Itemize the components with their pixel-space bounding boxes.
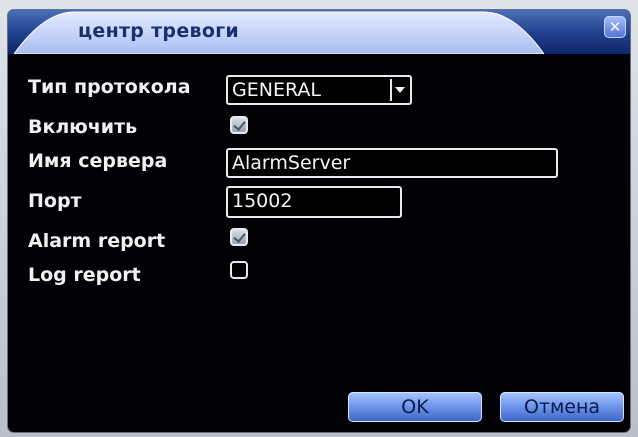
protocol-type-select[interactable]: GENERAL (226, 75, 412, 105)
cancel-button[interactable]: Отмена (500, 392, 624, 422)
protocol-type-label: Тип протокола (28, 76, 191, 98)
log-report-label: Log report (28, 264, 141, 286)
server-name-field[interactable]: AlarmServer (226, 148, 558, 178)
enable-checkbox[interactable] (230, 116, 248, 134)
close-icon[interactable]: ✕ (604, 16, 626, 38)
alarm-center-dialog: центр тревоги ✕ Тип протокола GENERAL Вк… (8, 10, 630, 432)
window-title: центр тревоги (78, 20, 240, 42)
ok-button[interactable]: OK (348, 392, 482, 422)
protocol-type-value: GENERAL (232, 79, 321, 101)
enable-label: Включить (28, 116, 138, 138)
port-field[interactable]: 15002 (226, 186, 402, 218)
chevron-down-icon[interactable] (390, 79, 408, 101)
log-report-checkbox[interactable] (230, 261, 248, 279)
alarm-report-checkbox[interactable] (230, 228, 248, 246)
server-name-label: Имя сервера (28, 150, 168, 172)
screen-frame: центр тревоги ✕ Тип протокола GENERAL Вк… (0, 0, 638, 437)
alarm-report-label: Alarm report (28, 230, 166, 252)
title-bar: центр тревоги ✕ (8, 10, 630, 54)
port-label: Порт (28, 190, 82, 212)
